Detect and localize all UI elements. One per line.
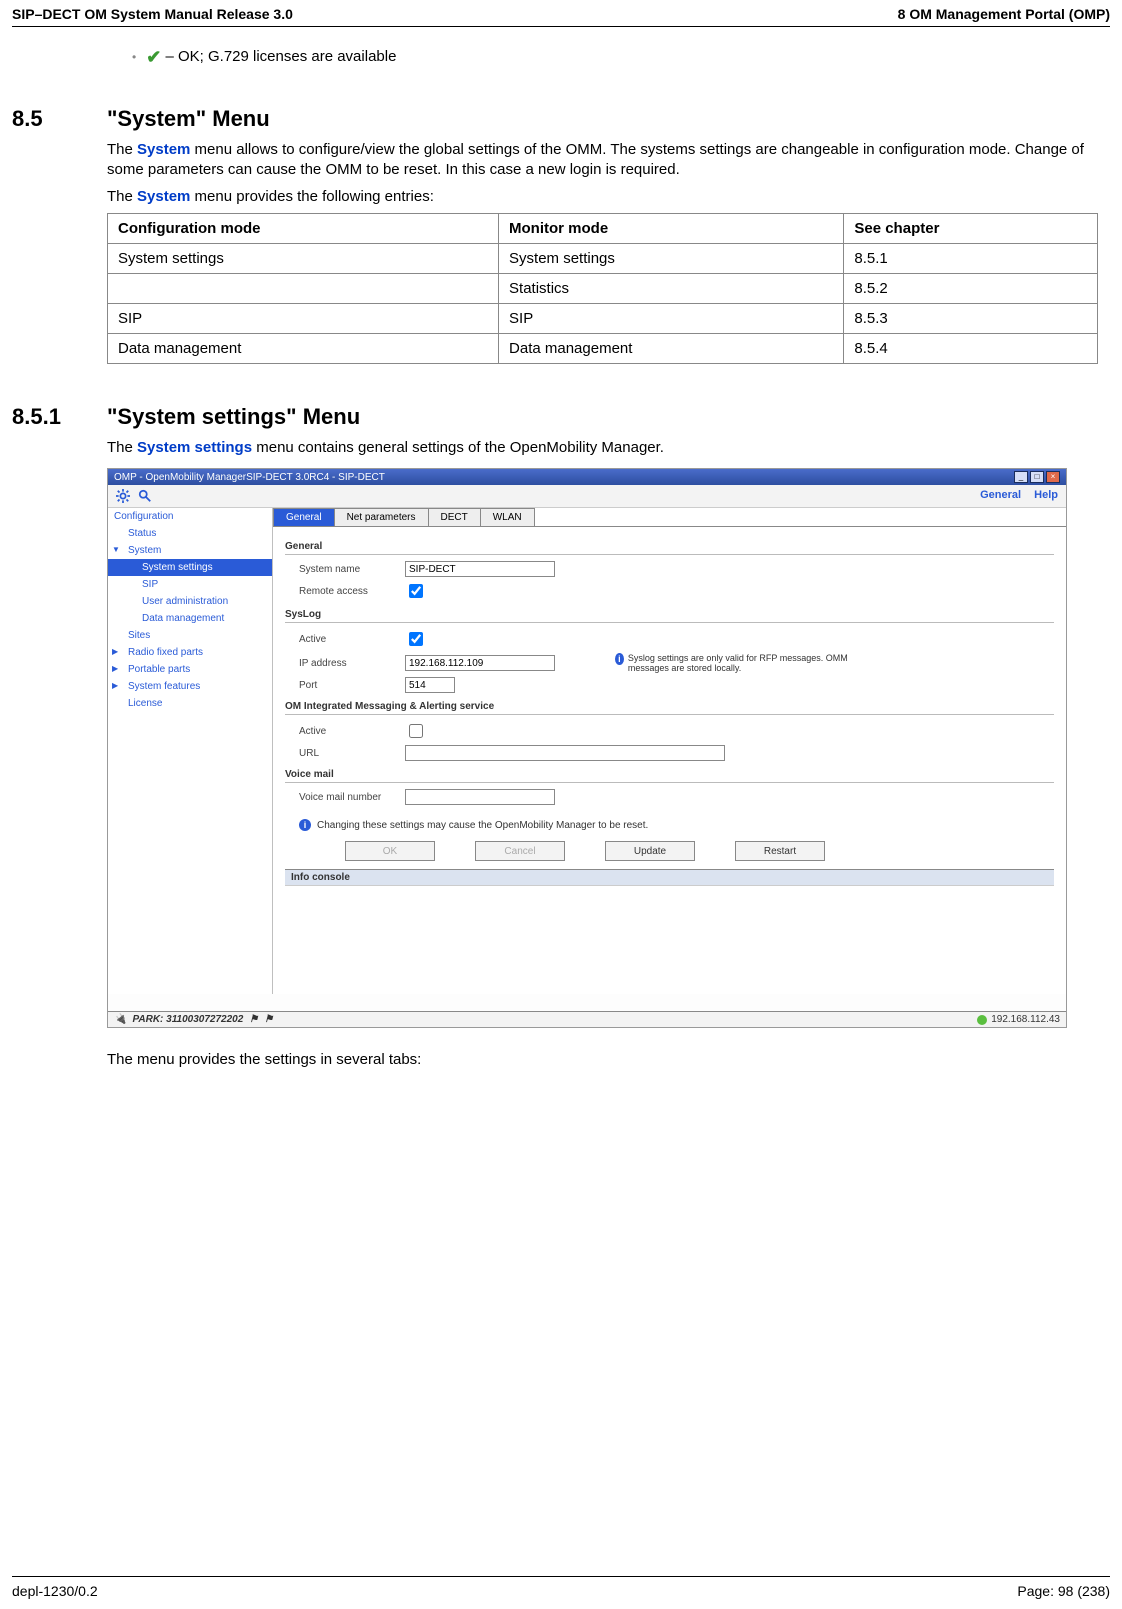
sec851-para1: The System settings menu contains genera… — [107, 438, 1098, 458]
tab-dect[interactable]: DECT — [428, 508, 481, 526]
window-titlebar: OMP - OpenMobility ManagerSIP-DECT 3.0RC… — [108, 469, 1066, 485]
footer-left: depl-1230/0.2 — [12, 1583, 98, 1599]
restart-button[interactable]: Restart — [735, 841, 825, 861]
bullet-dot: • — [132, 50, 136, 64]
page-footer: depl-1230/0.2 Page: 98 (238) — [12, 1576, 1110, 1599]
close-icon[interactable]: × — [1046, 471, 1060, 483]
bullet-item: • ✔ – OK; G.729 licenses are available — [132, 45, 1098, 66]
header-left: SIP–DECT OM System Manual Release 3.0 — [12, 6, 293, 22]
app-toolbar: General Help — [108, 485, 1066, 508]
section-number: 8.5.1 — [12, 404, 107, 430]
check-icon: ✔ — [146, 47, 161, 68]
section-title-text: "System" Menu — [107, 106, 270, 131]
table-row: System settings System settings 8.5.1 — [108, 243, 1098, 273]
input-system-name[interactable] — [405, 561, 555, 577]
group-voicemail: Voice mail — [285, 769, 1054, 783]
gear-icon[interactable] — [116, 489, 130, 503]
checkbox-syslog-active[interactable] — [409, 632, 423, 646]
th-config: Configuration mode — [108, 213, 499, 243]
input-ip[interactable] — [405, 655, 555, 671]
status-ip: 192.168.112.43 — [991, 1014, 1060, 1025]
sec85-para1: The System menu allows to configure/view… — [107, 140, 1098, 181]
nav-sidebar: Configuration Status System System setti… — [108, 508, 273, 994]
system-menu-table: Configuration mode Monitor mode See chap… — [107, 213, 1098, 364]
toolbar-link-help[interactable]: Help — [1034, 489, 1058, 501]
label-port: Port — [285, 680, 405, 691]
info-console: Info console — [285, 869, 1054, 935]
table-row: Statistics 8.5.2 — [108, 273, 1098, 303]
toolbar-link-general[interactable]: General — [980, 489, 1021, 501]
tab-wlan[interactable]: WLAN — [480, 508, 535, 526]
nav-data-mgmt[interactable]: Data management — [108, 610, 272, 627]
window-title: OMP - OpenMobility ManagerSIP-DECT 3.0RC… — [114, 472, 385, 483]
nav-features[interactable]: System features — [108, 678, 272, 695]
search-icon[interactable] — [138, 489, 152, 503]
label-url: URL — [285, 748, 405, 759]
minimize-icon[interactable]: _ — [1014, 471, 1028, 483]
label-omima-active: Active — [285, 726, 405, 737]
status-bar: 🔌 PARK: 31100307272202 ⚑ ⚑ 192.168.112.4… — [108, 1011, 1066, 1027]
nav-system[interactable]: System — [108, 542, 272, 559]
info-console-body — [285, 885, 1054, 935]
group-syslog: SysLog — [285, 609, 1054, 623]
th-chapter: See chapter — [844, 213, 1098, 243]
nav-user-admin[interactable]: User administration — [108, 593, 272, 610]
info-icon: i — [299, 819, 311, 831]
label-syslog-active: Active — [285, 634, 405, 645]
table-row: SIP SIP 8.5.3 — [108, 303, 1098, 333]
input-url[interactable] — [405, 745, 725, 761]
nav-sip[interactable]: SIP — [108, 576, 272, 593]
info-console-title: Info console — [285, 870, 1054, 885]
nav-status[interactable]: Status — [108, 525, 272, 542]
group-omima: OM Integrated Messaging & Alerting servi… — [285, 701, 1054, 715]
section-8-5-1-heading: 8.5.1"System settings" Menu — [107, 404, 1098, 430]
label-remote-access: Remote access — [285, 586, 405, 597]
table-row: Data management Data management 8.5.4 — [108, 333, 1098, 363]
nav-portable[interactable]: Portable parts — [108, 661, 272, 678]
section-8-5-heading: 8.5"System" Menu — [107, 106, 1098, 132]
input-vm-number[interactable] — [405, 789, 555, 805]
tab-net-parameters[interactable]: Net parameters — [334, 508, 429, 526]
label-ip: IP address — [285, 658, 405, 669]
sec85-para2: The System menu provides the following e… — [107, 187, 1098, 207]
nav-sites[interactable]: Sites — [108, 627, 272, 644]
plug-icon: 🔌 — [114, 1014, 126, 1025]
group-general: General — [285, 541, 1054, 555]
reset-warning: Changing these settings may cause the Op… — [317, 820, 648, 831]
syslog-note: Syslog settings are only valid for RFP m… — [628, 653, 875, 673]
th-monitor: Monitor mode — [499, 213, 844, 243]
status-flag-icon: ⚑ — [264, 1014, 273, 1025]
connected-icon — [977, 1015, 987, 1025]
update-button[interactable]: Update — [605, 841, 695, 861]
status-park: PARK: 31100307272202 — [132, 1014, 243, 1025]
header-right: 8 OM Management Portal (OMP) — [898, 6, 1110, 22]
maximize-icon[interactable]: □ — [1030, 471, 1044, 483]
footer-right: Page: 98 (238) — [1017, 1583, 1110, 1599]
ok-button[interactable]: OK — [345, 841, 435, 861]
label-system-name: System name — [285, 564, 405, 575]
sec851-after: The menu provides the settings in severa… — [107, 1050, 1098, 1070]
cancel-button[interactable]: Cancel — [475, 841, 565, 861]
page-header: SIP–DECT OM System Manual Release 3.0 8 … — [12, 0, 1110, 27]
tab-bar: General Net parameters DECT WLAN — [273, 508, 1066, 527]
bullet-text: – OK; G.729 licenses are available — [161, 48, 396, 65]
checkbox-remote-access[interactable] — [409, 584, 423, 598]
omp-screenshot: OMP - OpenMobility ManagerSIP-DECT 3.0RC… — [107, 468, 1067, 1028]
nav-radio[interactable]: Radio fixed parts — [108, 644, 272, 661]
nav-configuration[interactable]: Configuration — [108, 508, 272, 525]
nav-system-settings[interactable]: System settings — [108, 559, 272, 576]
tab-general[interactable]: General — [273, 508, 335, 526]
input-port[interactable] — [405, 677, 455, 693]
nav-license[interactable]: License — [108, 695, 272, 712]
info-icon: i — [615, 653, 624, 665]
section-title-text: "System settings" Menu — [107, 404, 360, 429]
section-number: 8.5 — [12, 106, 107, 132]
checkbox-omima-active[interactable] — [409, 724, 423, 738]
status-flag-icon: ⚑ — [249, 1014, 258, 1025]
label-vm-number: Voice mail number — [285, 792, 405, 803]
